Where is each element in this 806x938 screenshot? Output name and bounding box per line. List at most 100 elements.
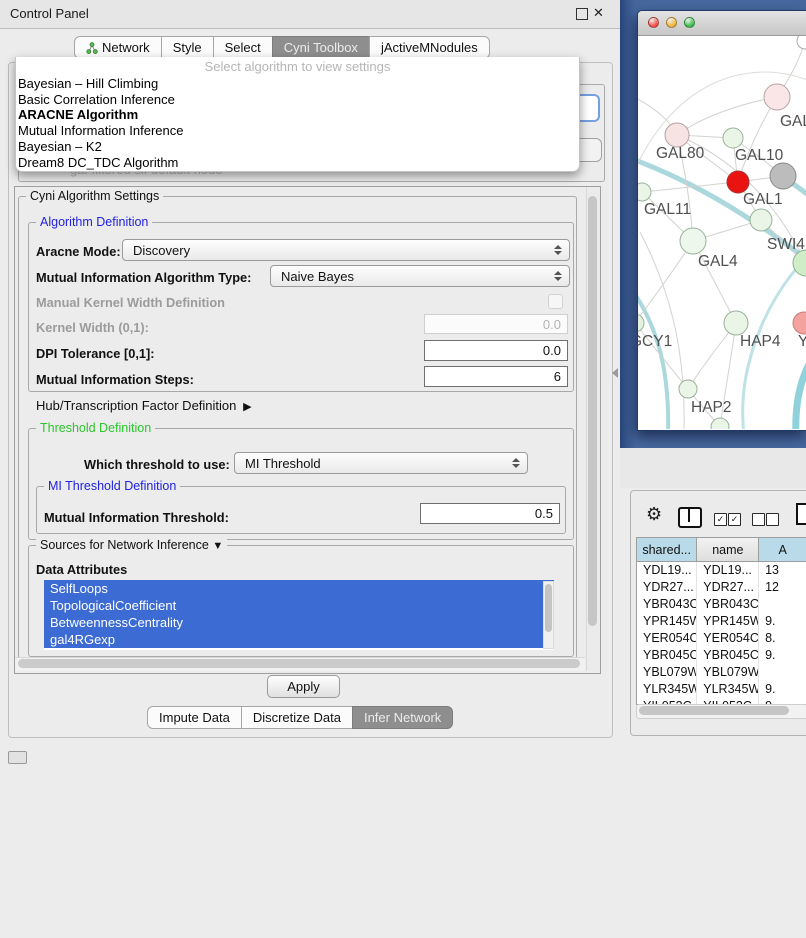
table-row[interactable]: YBR045CYBR045C9.: [637, 647, 806, 664]
attribute-item-gal4rgexp[interactable]: gal4RGexp: [44, 631, 554, 648]
network-window[interactable]: GALGAL80GAL10GAL11GAL1SWI4GAL4GCY1HAP4YH…: [637, 10, 806, 431]
table-row[interactable]: YBL079WYBL079W: [637, 664, 806, 681]
table-row[interactable]: YDL19...YDL19...13: [637, 562, 806, 579]
settings-horizontal-scrollbar-thumb[interactable]: [18, 659, 580, 668]
collapsed-arrow-icon: ▶: [240, 401, 252, 413]
network-node-gal10[interactable]: [723, 128, 743, 148]
table-row[interactable]: YBR043CYBR043C: [637, 596, 806, 613]
tab-impute-data[interactable]: Impute Data: [147, 706, 242, 729]
tab-cyni-toolbox[interactable]: Cyni Toolbox: [272, 36, 370, 59]
sources-legend[interactable]: Sources for Network Inference ▼: [36, 538, 227, 552]
mi-threshold-field[interactable]: 0.5: [420, 503, 560, 524]
uncheck-all-icon[interactable]: [766, 513, 779, 526]
tab-jactivemnodules[interactable]: jActiveMNodules: [369, 36, 490, 59]
column-header-name[interactable]: name: [697, 538, 759, 562]
column-header-a[interactable]: A: [759, 538, 806, 562]
dropdown-item-bayesian-hill-climbing[interactable]: Bayesian – Hill Climbing: [16, 76, 579, 92]
network-node-gal4[interactable]: [680, 228, 706, 254]
dropdown-item-aracne-algorithm[interactable]: ARACNE Algorithm: [16, 107, 579, 123]
network-node[interactable]: [727, 171, 749, 193]
which-threshold-label: Which threshold to use:: [84, 457, 230, 472]
which-threshold-value: MI Threshold: [245, 456, 321, 471]
minimize-window-icon[interactable]: [666, 17, 677, 28]
table-horizontal-scrollbar-thumb[interactable]: [639, 706, 789, 715]
apply-button[interactable]: Apply: [267, 675, 340, 698]
network-node[interactable]: [770, 163, 796, 189]
network-canvas[interactable]: GALGAL80GAL10GAL11GAL1SWI4GAL4GCY1HAP4YH…: [638, 36, 806, 429]
mi-type-value: Naive Bayes: [281, 269, 354, 284]
control-panel-titlebar: Control Panel ✕: [0, 0, 620, 29]
splitter-collapse-icon[interactable]: [612, 368, 618, 378]
table-row[interactable]: YLR345WYLR345W9.: [637, 681, 806, 698]
table-cell: [759, 664, 806, 681]
tab-network[interactable]: Network: [74, 36, 162, 59]
close-panel-icon[interactable]: ✕: [593, 5, 604, 21]
dpi-tolerance-label: DPI Tolerance [0,1]:: [36, 346, 155, 361]
attribute-item-topologicalcoefficient[interactable]: TopologicalCoefficient: [44, 597, 554, 614]
network-node-gal11[interactable]: [638, 183, 651, 201]
tab-infer-network[interactable]: Infer Network: [352, 706, 453, 729]
settings-vertical-scrollbar-thumb[interactable]: [588, 196, 597, 626]
network-edge[interactable]: [677, 97, 777, 135]
manual-kernel-checkbox[interactable]: [548, 294, 563, 309]
dpi-tolerance-field[interactable]: 0.0: [424, 340, 568, 361]
network-node-y[interactable]: [793, 312, 806, 334]
hub-section-toggle[interactable]: Hub/Transcription Factor Definition ▶: [36, 398, 252, 413]
algorithm-definition-legend: Algorithm Definition: [36, 215, 152, 229]
table-cell: 9.: [759, 681, 806, 698]
split-columns-icon[interactable]: [678, 507, 702, 528]
close-window-icon[interactable]: [648, 17, 659, 28]
table-panel-titlebar: Table Panel: [620, 448, 806, 488]
network-node-gal[interactable]: [764, 84, 790, 110]
network-node[interactable]: [797, 36, 806, 49]
app-root: { "control_panel": { "title": "Control P…: [0, 0, 806, 762]
dropdown-item-bayesian-k2[interactable]: Bayesian – K2: [16, 139, 579, 155]
table-cell: YDL19...: [697, 562, 759, 579]
table-row[interactable]: YPR145WYPR145W9.: [637, 613, 806, 630]
node-label-gal1: GAL1: [743, 191, 783, 208]
network-edge[interactable]: [638, 281, 668, 429]
check-all-icon[interactable]: ✓: [728, 513, 741, 526]
column-header-shared[interactable]: shared...: [637, 538, 697, 562]
tab-select[interactable]: Select: [213, 36, 273, 59]
float-panel-icon[interactable]: [576, 8, 588, 20]
tab-style[interactable]: Style: [161, 36, 214, 59]
attribute-item-betweennesscentrality[interactable]: BetweennessCentrality: [44, 614, 554, 631]
network-node-gal1[interactable]: [750, 209, 772, 231]
network-window-titlebar[interactable]: [638, 11, 806, 36]
table-row[interactable]: YDR27...YDR27...12: [637, 579, 806, 596]
minimized-panel-icon[interactable]: [8, 751, 27, 764]
aracne-mode-combo[interactable]: Discovery: [122, 239, 570, 261]
node-label-gal4: GAL4: [698, 253, 738, 270]
threshold-definition-legend: Threshold Definition: [36, 421, 155, 435]
table-cell: YLR345W: [637, 681, 697, 698]
attributes-scrollbar-thumb[interactable]: [545, 584, 552, 632]
check-all-icon[interactable]: ✓: [714, 513, 727, 526]
which-threshold-combo[interactable]: MI Threshold: [234, 452, 528, 474]
dropdown-item-mutual-information-inference[interactable]: Mutual Information Inference: [16, 123, 579, 139]
mi-type-combo[interactable]: Naive Bayes: [270, 265, 570, 287]
dropdown-item-list: Bayesian – Hill ClimbingBasic Correlatio…: [16, 76, 579, 170]
network-node-gal80[interactable]: [665, 123, 689, 147]
table-cell: YDL19...: [637, 562, 697, 579]
data-attributes-list[interactable]: SelfLoopsTopologicalCoefficientBetweenne…: [44, 580, 554, 650]
tab-discretize-data[interactable]: Discretize Data: [241, 706, 353, 729]
network-edge[interactable]: [738, 97, 777, 182]
network-node-hap4[interactable]: [724, 311, 748, 335]
table-row[interactable]: YER054CYER054C8.: [637, 630, 806, 647]
dropdown-item-dream8-dc-tdc-algorithm[interactable]: Dream8 DC_TDC Algorithm: [16, 155, 579, 171]
network-node-hap2[interactable]: [679, 380, 697, 398]
network-node-gcy1[interactable]: [638, 314, 644, 332]
attribute-item-selfloops[interactable]: SelfLoops: [44, 580, 554, 597]
tab-label: Cyni Toolbox: [284, 40, 358, 55]
kernel-width-field[interactable]: 0.0: [424, 314, 568, 334]
zoom-window-icon[interactable]: [684, 17, 695, 28]
mi-steps-field[interactable]: 6: [424, 366, 568, 387]
new-document-icon[interactable]: [796, 503, 806, 525]
uncheck-all-icon[interactable]: [752, 513, 765, 526]
table-cell: 12: [759, 579, 806, 596]
network-edge[interactable]: [640, 232, 684, 429]
gear-icon[interactable]: ⚙: [646, 504, 662, 525]
dropdown-item-basic-correlation-inference[interactable]: Basic Correlation Inference: [16, 92, 579, 108]
table-cell: YBL079W: [637, 664, 697, 681]
